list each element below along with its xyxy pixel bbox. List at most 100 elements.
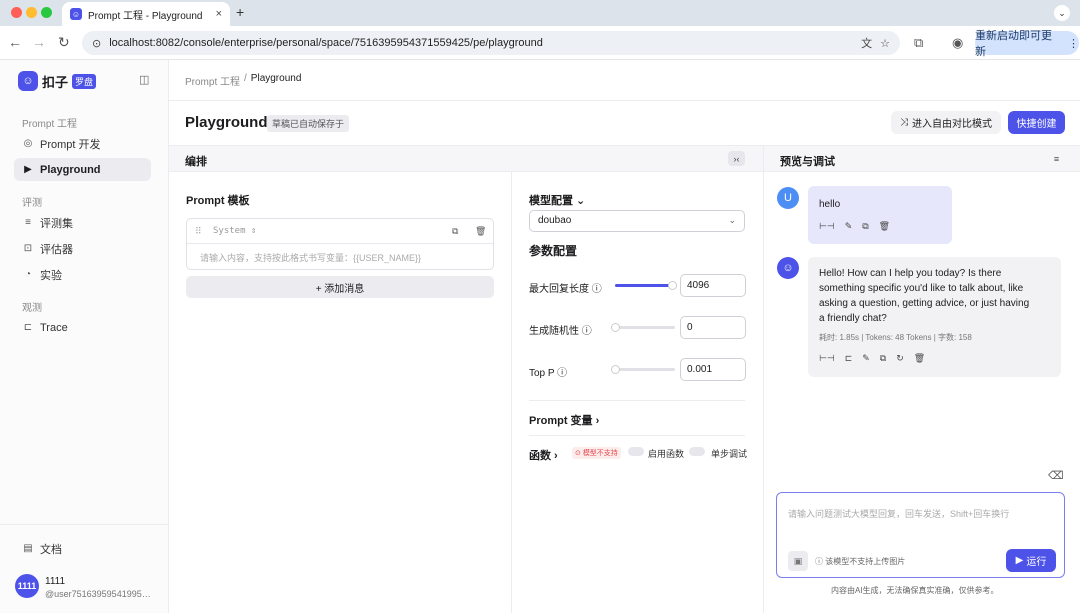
preview-panel-header: 预览与调试 ≡: [763, 145, 1080, 172]
prompt-variables-toggle[interactable]: Prompt 变量 ›: [529, 412, 599, 428]
close-window-button[interactable]: [11, 7, 22, 18]
trace-icon[interactable]: ⊏: [845, 353, 853, 364]
browser-tab[interactable]: ☺ Prompt 工程 - Playground ×: [62, 2, 230, 26]
sidebar-collapse-icon[interactable]: ◫: [139, 73, 149, 86]
assistant-line: a friendly chat?: [819, 313, 887, 324]
delete-icon[interactable]: 🗑: [879, 221, 890, 232]
sidebar-item-docs[interactable]: ▤ 文档: [14, 537, 151, 560]
prompt-icon: ◎: [23, 138, 33, 149]
sidebar-item-label: 实验: [40, 269, 62, 282]
favicon-icon: ☺: [70, 8, 82, 20]
model-select[interactable]: doubao ⌄: [529, 210, 745, 232]
copy-icon[interactable]: ⧉: [862, 221, 868, 232]
translate-icon[interactable]: 文: [861, 35, 872, 51]
address-bar[interactable]: ⊙ localhost:8082/console/enterprise/pers…: [82, 31, 900, 55]
compare-width-icon[interactable]: ⊢⊣: [819, 221, 835, 232]
minimize-window-button[interactable]: [26, 7, 37, 18]
sidebar-item-playground[interactable]: ▶ Playground: [14, 158, 151, 181]
chat-input[interactable]: 请输入问题测试大模型回复，回车发送，Shift+回车换行 ▣ ⓘ 该模型不支持上…: [776, 492, 1065, 578]
section-label-prompt: Prompt 工程: [22, 119, 78, 130]
top-p-slider[interactable]: [611, 365, 675, 374]
bookmark-star-icon[interactable]: ☆: [880, 37, 890, 50]
sidebar-item-experiment[interactable]: ◔ 实验: [14, 263, 151, 286]
browser-tabbar: ☺ Prompt 工程 - Playground × + ⌄: [0, 0, 1080, 26]
chevron-down-icon[interactable]: ⌄: [1054, 5, 1070, 21]
slider-handle[interactable]: [611, 323, 620, 332]
delete-icon[interactable]: 🗑: [475, 226, 486, 237]
close-tab-icon[interactable]: ×: [216, 8, 222, 20]
compare-width-icon[interactable]: ⊢⊣: [819, 353, 835, 364]
regenerate-icon[interactable]: ↻: [896, 353, 904, 364]
delete-icon[interactable]: 🗑: [914, 353, 925, 364]
help-icon[interactable]: ⓘ: [582, 326, 592, 337]
edit-icon[interactable]: ✎: [862, 353, 870, 364]
role-label: System: [213, 226, 246, 236]
experiment-icon: ◔: [24, 269, 32, 280]
edit-panel-title: 编排: [185, 156, 207, 168]
section-label-eval: 评测: [22, 198, 42, 209]
assistant-line: Hello! How can I help you today? Is ther…: [819, 268, 1002, 279]
update-label: 重新启动即可更新: [975, 30, 1052, 58]
model-select-value: doubao: [538, 215, 572, 226]
sidebar-item-prompt-dev[interactable]: ◎ Prompt 开发: [14, 132, 151, 155]
functions-toggle[interactable]: 函数 ›: [529, 447, 558, 463]
sidebar-item-trace[interactable]: ⊏ Trace: [14, 316, 151, 339]
run-button[interactable]: ▶ 运行: [1006, 549, 1056, 572]
section-divider: [529, 435, 745, 436]
slider-handle[interactable]: [611, 365, 620, 374]
reload-icon[interactable]: ↻: [58, 34, 70, 51]
avatar[interactable]: 1111: [15, 574, 39, 598]
max-tokens-slider[interactable]: [615, 281, 677, 290]
edit-icon[interactable]: ✎: [845, 221, 853, 232]
top-p-input[interactable]: 0.001: [680, 358, 746, 381]
browser-toolbar: ← → ↻ ⊙ localhost:8082/console/enterpris…: [0, 26, 1080, 60]
role-select[interactable]: System ⇕: [213, 226, 256, 236]
section-label-observe: 观测: [22, 303, 42, 314]
temperature-slider[interactable]: [611, 323, 675, 332]
help-icon[interactable]: ⓘ: [592, 284, 602, 295]
max-tokens-input[interactable]: 4096: [680, 274, 746, 297]
collapse-panel-icon[interactable]: ›‹: [728, 151, 745, 166]
play-icon: ▶: [24, 164, 32, 175]
new-tab-icon[interactable]: +: [236, 4, 244, 20]
clear-history-icon[interactable]: ⌫: [1048, 469, 1064, 482]
sidebar-item-dataset[interactable]: ≡ 评测集: [14, 211, 151, 234]
back-icon[interactable]: ←: [8, 34, 22, 50]
breadcrumb-separator: /: [244, 73, 247, 84]
logo[interactable]: ☺ 扣子 罗盘: [18, 71, 97, 91]
compare-mode-button[interactable]: ⤨ 进入自由对比模式: [891, 111, 1001, 134]
more-menu-icon: ⋮: [1068, 37, 1079, 50]
breadcrumb-root[interactable]: Prompt 工程: [185, 73, 240, 88]
image-upload-icon[interactable]: ▣: [788, 551, 808, 571]
url-text[interactable]: localhost:8082/console/enterprise/person…: [109, 37, 853, 49]
update-button[interactable]: 重新启动即可更新 ⋮: [975, 30, 1079, 58]
step-debug-switch[interactable]: [689, 447, 705, 456]
slider-handle[interactable]: [668, 281, 677, 290]
sidebar-item-evaluator[interactable]: ⊡ 评估器: [14, 237, 151, 260]
message-content-input[interactable]: 请输入内容，支持按此格式书写变量：{{USER_NAME}}: [200, 251, 421, 264]
add-message-button[interactable]: + 添加消息: [186, 276, 494, 298]
profile-icon[interactable]: ◉: [952, 35, 963, 51]
site-info-icon[interactable]: ⊙: [92, 37, 101, 50]
sidebar-divider: [0, 524, 169, 525]
model-config-title[interactable]: 模型配置 ⌄: [529, 192, 585, 208]
model-config-label: 模型配置: [529, 195, 573, 207]
drag-handle-icon[interactable]: ⠿: [195, 226, 202, 237]
step-debug-label: 单步调试: [711, 449, 748, 459]
copy-icon[interactable]: ⧉: [452, 226, 458, 237]
forward-icon[interactable]: →: [32, 34, 46, 50]
help-icon[interactable]: ⓘ: [557, 368, 567, 379]
maximize-window-button[interactable]: [41, 7, 52, 18]
sidebar-item-label: 评估器: [40, 243, 73, 256]
extensions-icon[interactable]: ⧉: [914, 35, 923, 51]
temperature-input[interactable]: 0: [680, 316, 746, 339]
compare-label: 进入自由对比模式: [912, 119, 992, 130]
user-message: hello ⊢⊣ ✎ ⧉ 🗑: [808, 186, 952, 244]
enable-function-switch[interactable]: [628, 447, 644, 456]
sidebar-item-label: 评测集: [40, 217, 73, 230]
panel-menu-icon[interactable]: ≡: [1048, 151, 1065, 166]
copy-icon[interactable]: ⧉: [880, 353, 886, 364]
quick-create-button[interactable]: 快捷创建: [1008, 111, 1065, 134]
sidebar-item-label: Trace: [40, 321, 68, 334]
assistant-line: asking a question, getting advice, or ju…: [819, 298, 1030, 309]
